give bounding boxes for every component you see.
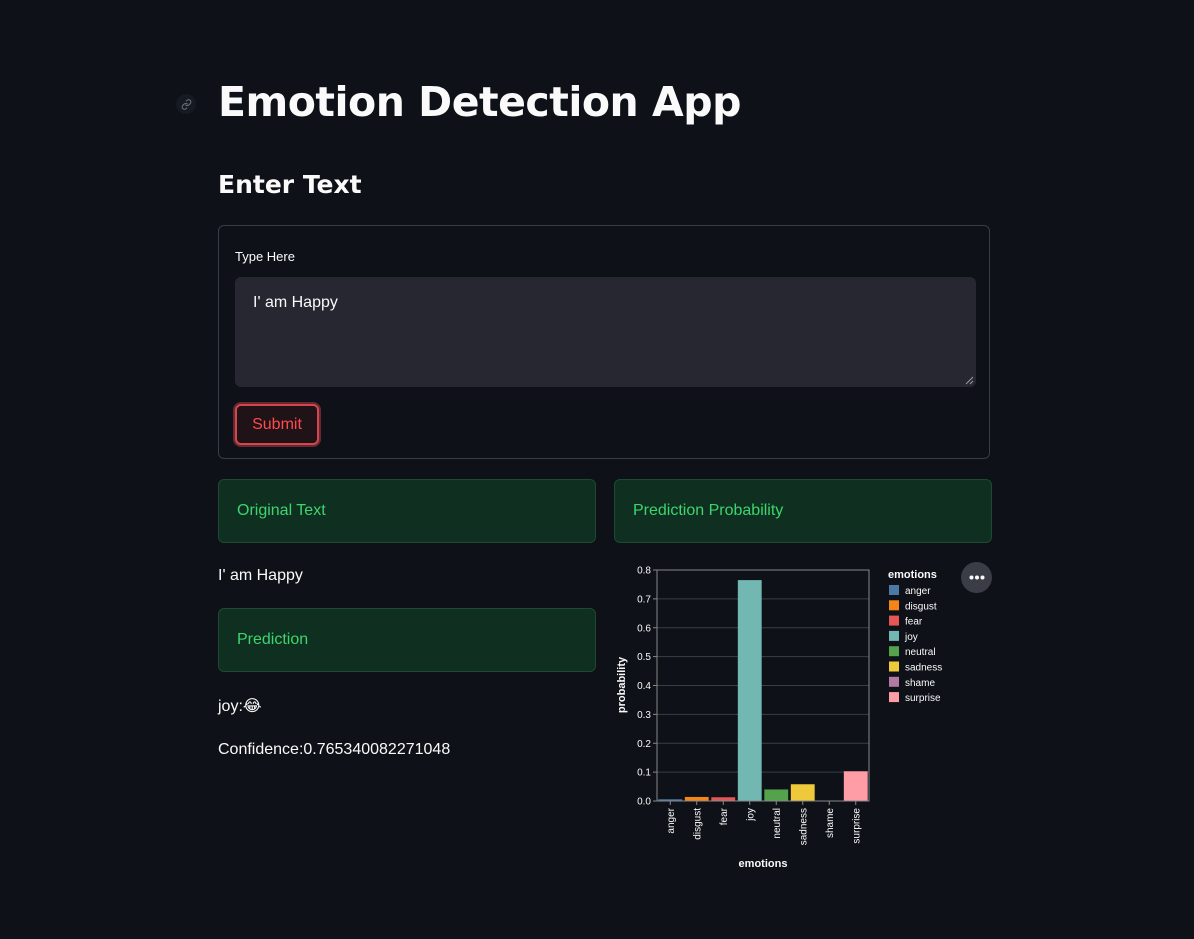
- x-tick-label-disgust: disgust: [692, 808, 703, 840]
- x-tick-label-anger: anger: [666, 807, 677, 833]
- page-title: Emotion Detection App: [218, 78, 741, 126]
- x-tick-label-joy: joy: [745, 808, 756, 822]
- bar-joy[interactable]: [737, 580, 762, 801]
- legend-swatch-disgust: [889, 600, 899, 611]
- prediction-header: Prediction: [218, 608, 596, 672]
- legend-label-shame: shame: [905, 678, 935, 689]
- x-axis-title: emotions: [739, 858, 788, 870]
- legend-swatch-sadness: [889, 661, 899, 672]
- original-text-value: I' am Happy: [218, 567, 303, 584]
- legend-label-disgust: disgust: [905, 601, 937, 612]
- y-tick-label: 0.3: [637, 710, 651, 721]
- legend-swatch-anger: [889, 585, 899, 595]
- y-tick-label: 0.8: [637, 566, 651, 577]
- submit-button[interactable]: Submit: [235, 404, 319, 445]
- y-tick-label: 0.1: [637, 768, 651, 779]
- legend-label-neutral: neutral: [905, 647, 936, 658]
- confidence-value: Confidence:0.765340082271048: [218, 741, 451, 758]
- legend-label-sadness: sadness: [905, 663, 942, 674]
- legend-swatch-neutral: [889, 646, 899, 657]
- bar-fear[interactable]: [711, 797, 736, 801]
- text-area-label: Type Here: [235, 249, 295, 264]
- legend-label-fear: fear: [905, 617, 923, 628]
- more-options-icon: [969, 575, 984, 580]
- x-tick-label-neutral: neutral: [772, 808, 783, 839]
- y-tick-label: 0.0: [637, 797, 651, 808]
- legend-label-surprise: surprise: [905, 693, 941, 704]
- resize-handle-icon[interactable]: [964, 375, 974, 385]
- legend-swatch-joy: [889, 630, 899, 641]
- probability-bar-chart: 0.0 0.1 0.2 0.3 0.4 0.5 0.6 0.7 0.8 anger disgust…: [616, 566, 942, 871]
- bar-disgust[interactable]: [684, 796, 709, 801]
- y-tick-label: 0.6: [637, 623, 651, 634]
- x-tick-label-shame: shame: [825, 808, 836, 838]
- legend-label-anger: anger: [905, 586, 931, 597]
- chart-menu-button[interactable]: [961, 562, 992, 593]
- legend-title: emotions: [888, 569, 937, 581]
- y-tick-label: 0.2: [637, 739, 651, 750]
- bar-sadness[interactable]: [790, 784, 815, 801]
- legend-swatch-fear: [889, 615, 899, 626]
- text-area-value: I' am Happy: [253, 294, 338, 311]
- x-tick-label-surprise: surprise: [851, 808, 862, 844]
- x-tick-label-sadness: sadness: [798, 808, 809, 845]
- original-text-header: Original Text: [218, 479, 596, 543]
- prediction-value: joy:😂: [218, 698, 262, 715]
- x-tick-label-fear: fear: [719, 807, 730, 825]
- legend-label-joy: joy: [904, 632, 918, 643]
- y-tick-label: 0.4: [637, 681, 651, 692]
- prediction-probability-header: Prediction Probability: [614, 479, 992, 543]
- bar-neutral[interactable]: [764, 789, 789, 801]
- y-tick-label: 0.5: [637, 652, 651, 663]
- legend-swatch-shame: [889, 676, 899, 687]
- section-title: Enter Text: [218, 170, 362, 199]
- bar-surprise[interactable]: [843, 771, 868, 801]
- legend-swatch-surprise: [889, 692, 899, 703]
- y-tick-label: 0.7: [637, 594, 651, 605]
- y-axis-title: probability: [616, 656, 628, 713]
- text-area-input[interactable]: I' am Happy: [235, 277, 976, 387]
- text-input-form: Type Here I' am Happy Submit: [218, 225, 990, 459]
- link-anchor-icon[interactable]: [176, 94, 196, 114]
